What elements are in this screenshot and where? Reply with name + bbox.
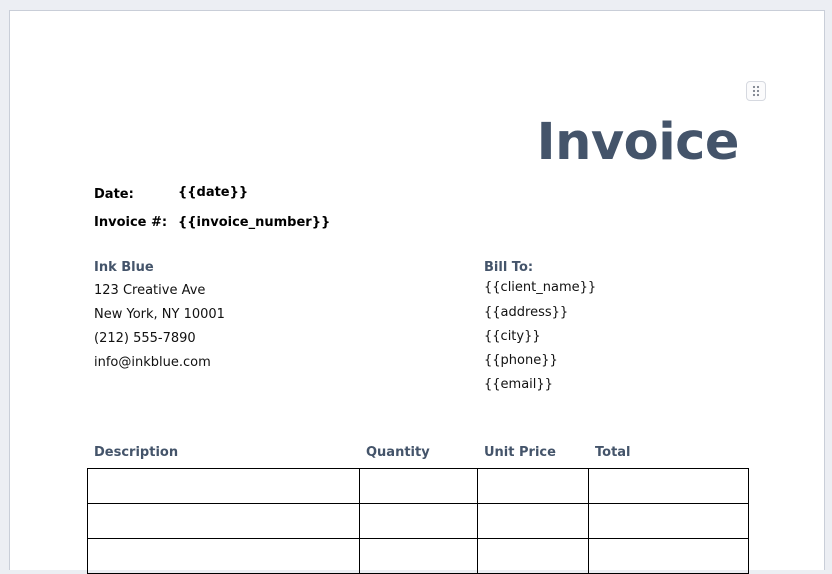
total-cell[interactable] bbox=[588, 468, 749, 504]
sender-address-line[interactable]: 123 Creative Ave bbox=[94, 283, 205, 298]
table-row bbox=[87, 468, 749, 504]
description-cell[interactable] bbox=[87, 468, 360, 504]
invoice-title[interactable]: Invoice bbox=[537, 108, 740, 178]
description-cell[interactable] bbox=[87, 538, 360, 574]
bill-to-address[interactable]: {{address}} bbox=[484, 305, 568, 320]
date-value[interactable]: {{date}} bbox=[178, 185, 248, 200]
unit-price-cell[interactable] bbox=[477, 538, 589, 574]
bill-to-heading[interactable]: Bill To: bbox=[484, 260, 533, 275]
invoice-number-value[interactable]: {{invoice_number}} bbox=[178, 215, 330, 230]
invoice-number-label: Invoice #: bbox=[94, 215, 168, 230]
block-drag-handle[interactable] bbox=[746, 81, 766, 101]
table-row bbox=[87, 503, 749, 539]
drag-handle-icon bbox=[752, 85, 760, 97]
bill-to-city[interactable]: {{city}} bbox=[484, 329, 541, 344]
date-label: Date: bbox=[94, 187, 134, 202]
column-header-total: Total bbox=[595, 445, 631, 460]
quantity-cell[interactable] bbox=[359, 468, 478, 504]
column-header-description: Description bbox=[94, 445, 179, 460]
unit-price-cell[interactable] bbox=[477, 503, 589, 539]
sender-name[interactable]: Ink Blue bbox=[94, 260, 154, 275]
unit-price-cell[interactable] bbox=[477, 468, 589, 504]
column-header-quantity: Quantity bbox=[366, 445, 430, 460]
bill-to-phone[interactable]: {{phone}} bbox=[484, 353, 558, 368]
line-items-table bbox=[87, 468, 749, 574]
sender-city-line[interactable]: New York, NY 10001 bbox=[94, 307, 225, 322]
sender-email-line[interactable]: info@inkblue.com bbox=[94, 355, 211, 370]
total-cell[interactable] bbox=[588, 503, 749, 539]
total-cell[interactable] bbox=[588, 538, 749, 574]
quantity-cell[interactable] bbox=[359, 503, 478, 539]
table-row bbox=[87, 538, 749, 574]
bill-to-client-name[interactable]: {{client_name}} bbox=[484, 280, 596, 295]
column-header-unit-price: Unit Price bbox=[484, 445, 556, 460]
quantity-cell[interactable] bbox=[359, 538, 478, 574]
description-cell[interactable] bbox=[87, 503, 360, 539]
sender-phone-line[interactable]: (212) 555-7890 bbox=[94, 331, 196, 346]
bill-to-email[interactable]: {{email}} bbox=[484, 377, 553, 392]
